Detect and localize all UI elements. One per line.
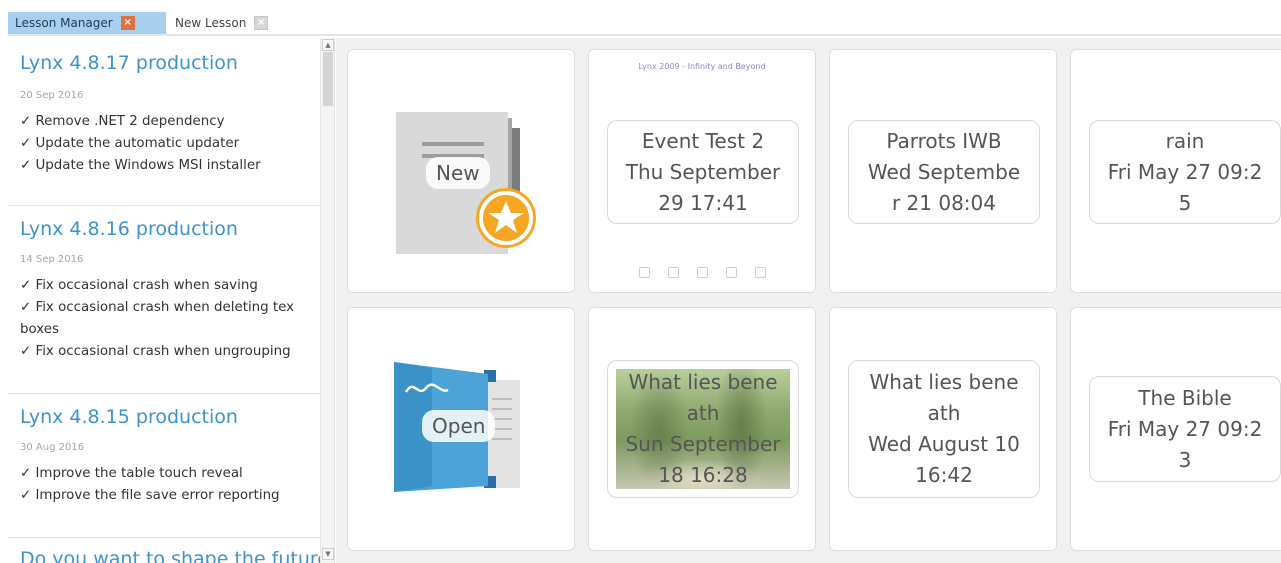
- lesson-card[interactable]: What lies bene ath Sun September 18 16:2…: [588, 307, 816, 551]
- news-title[interactable]: Lynx 4.8.15 production: [20, 406, 238, 428]
- preview-header: Lynx 2009 - Infinity and Beyond: [638, 62, 766, 71]
- lesson-thumbnail[interactable]: What lies bene ath Sun September 18 16:2…: [607, 360, 799, 498]
- lesson-manager-app: Lesson Manager × New Lesson × Lynx 4.8.1…: [0, 0, 1281, 563]
- news-line: ✓ Improve the table touch reveal: [20, 466, 243, 481]
- lesson-card[interactable]: Lynx 2009 - Infinity and Beyond Event Te…: [588, 49, 816, 293]
- tab-bar: Lesson Manager × New Lesson ×: [0, 0, 1281, 36]
- lesson-card[interactable]: The Bible Fri May 27 09:2 3: [1070, 307, 1281, 551]
- news-item: Lynx 4.8.17 production 20 Sep 2016 ✓ Rem…: [8, 38, 320, 206]
- news-line: ✓ Fix occasional crash when saving: [20, 278, 258, 293]
- lesson-title: Event Test 2 Thu September 29 17:41: [625, 128, 781, 215]
- close-icon[interactable]: ×: [254, 16, 269, 30]
- new-button[interactable]: New: [426, 157, 490, 189]
- scroll-down-icon[interactable]: ▼: [322, 548, 334, 560]
- tab-label: New Lesson: [175, 16, 247, 30]
- news-line: boxes: [20, 322, 60, 337]
- news-line: ✓ Improve the file save error reporting: [20, 488, 280, 503]
- news-line: ✓ Update the automatic updater: [20, 136, 240, 151]
- lesson-title: The Bible Fri May 27 09:2 3: [1107, 385, 1263, 472]
- new-lesson-card[interactable]: New: [347, 49, 575, 293]
- lesson-thumbnail[interactable]: Parrots IWB Wed Septembe r 21 08:04: [848, 120, 1040, 224]
- news-scrollbar[interactable]: ▲ ▼: [320, 38, 334, 563]
- news-line: ✓ Fix occasional crash when ungrouping: [20, 344, 291, 359]
- news-panel[interactable]: Lynx 4.8.17 production 20 Sep 2016 ✓ Rem…: [8, 38, 335, 563]
- open-lesson-card[interactable]: Open: [347, 307, 575, 551]
- lesson-title: Parrots IWB Wed Septembe r 21 08:04: [867, 128, 1021, 215]
- news-title[interactable]: Lynx 4.8.16 production: [20, 218, 238, 240]
- scroll-thumb[interactable]: [323, 52, 333, 106]
- lesson-thumbnail[interactable]: The Bible Fri May 27 09:2 3: [1089, 376, 1281, 482]
- lesson-card[interactable]: Parrots IWB Wed Septembe r 21 08:04: [829, 49, 1057, 293]
- news-line: ✓ Fix occasional crash when deleting tex: [20, 300, 295, 315]
- close-icon[interactable]: ×: [120, 16, 135, 30]
- lesson-card[interactable]: rain Fri May 27 09:2 5: [1070, 49, 1281, 293]
- news-date: 30 Aug 2016: [20, 442, 85, 453]
- lesson-title: What lies bene ath Sun September 18 16:2…: [625, 370, 781, 487]
- news-title[interactable]: Do you want to shape the future: [20, 548, 329, 563]
- tab-label: Lesson Manager: [15, 16, 113, 30]
- tab-new-lesson[interactable]: New Lesson ×: [168, 12, 292, 34]
- lesson-card[interactable]: What lies bene ath Wed August 10 16:42: [829, 307, 1057, 551]
- news-title[interactable]: Lynx 4.8.17 production: [20, 52, 238, 74]
- news-date: 14 Sep 2016: [20, 254, 84, 265]
- lesson-thumbnail[interactable]: rain Fri May 27 09:2 5: [1089, 120, 1281, 224]
- preview-toolbar: [589, 267, 815, 278]
- lesson-title: What lies bene ath Wed August 10 16:42: [868, 370, 1020, 487]
- tab-lesson-manager[interactable]: Lesson Manager ×: [8, 12, 166, 34]
- news-item: Lynx 4.8.16 production 14 Sep 2016 ✓ Fix…: [8, 206, 320, 394]
- open-button[interactable]: Open: [422, 410, 496, 442]
- news-line: ✓ Update the Windows MSI installer: [20, 158, 261, 173]
- lesson-thumbnail[interactable]: Event Test 2 Thu September 29 17:41: [607, 120, 799, 224]
- news-line: ✓ Remove .NET 2 dependency: [20, 114, 225, 129]
- lesson-grid: New Lynx 2009 - Infinity and Beyond Even…: [336, 38, 1281, 563]
- lesson-title: rain Fri May 27 09:2 5: [1107, 128, 1263, 215]
- scroll-up-icon[interactable]: ▲: [322, 39, 334, 51]
- news-date: 20 Sep 2016: [20, 90, 84, 101]
- lesson-thumbnail[interactable]: What lies bene ath Wed August 10 16:42: [848, 360, 1040, 498]
- news-item: Lynx 4.8.15 production 30 Aug 2016 ✓ Imp…: [8, 394, 320, 538]
- tab-divider: [8, 34, 1281, 36]
- news-item: Do you want to shape the future: [8, 538, 329, 563]
